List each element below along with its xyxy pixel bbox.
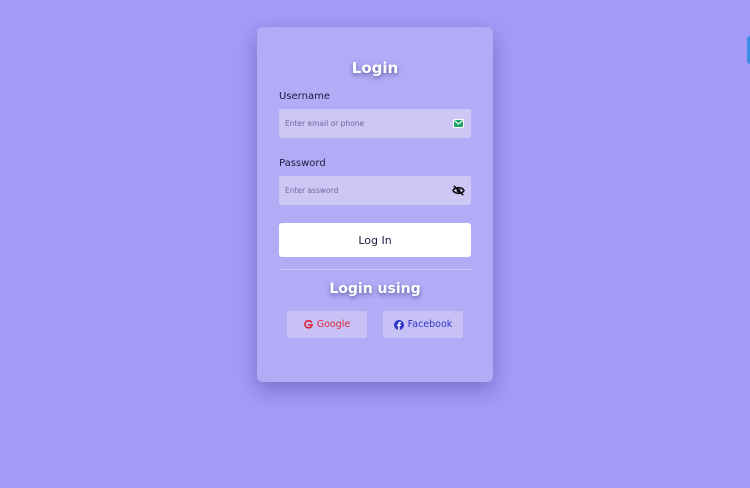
google-label: Google	[316, 319, 351, 330]
social-login-heading: Login using	[329, 281, 421, 297]
google-login-button[interactable]: Google	[287, 311, 367, 338]
facebook-label: Facebook	[407, 319, 453, 330]
password-label: Password	[279, 158, 326, 169]
login-button[interactable]: Log In	[279, 223, 471, 257]
divider	[279, 269, 471, 270]
facebook-icon	[393, 319, 404, 330]
login-title: Login	[351, 59, 399, 77]
login-card: Login Username Password Log In Login usi…	[257, 27, 493, 382]
facebook-login-button[interactable]: Facebook	[383, 311, 463, 338]
social-login-row: Google Facebook	[287, 311, 463, 338]
mail-icon	[452, 117, 465, 130]
password-field-wrapper	[279, 176, 471, 205]
username-input[interactable]	[279, 109, 471, 138]
password-input[interactable]	[279, 176, 471, 205]
username-field-wrapper	[279, 109, 471, 138]
google-icon	[303, 320, 313, 329]
username-label: Username	[279, 91, 330, 102]
eye-off-icon[interactable]	[452, 184, 465, 197]
